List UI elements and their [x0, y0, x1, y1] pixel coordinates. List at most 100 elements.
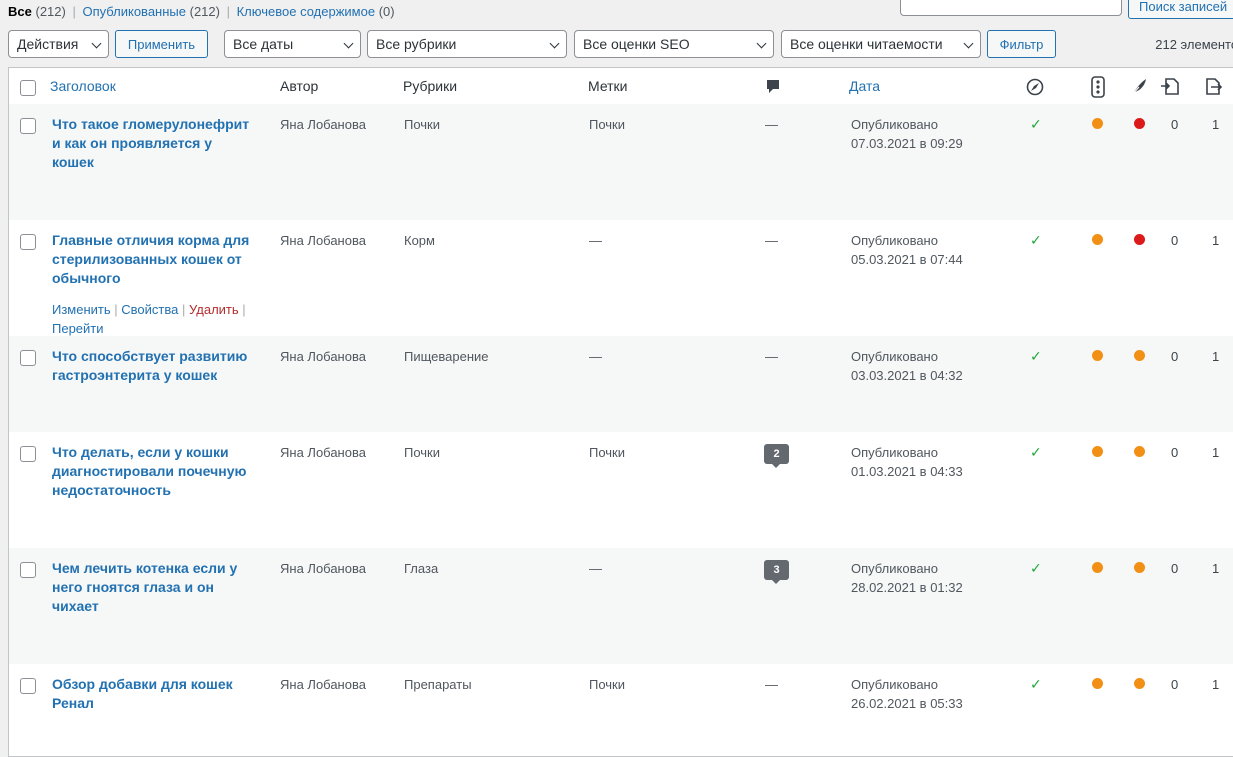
status-cornerstone-link[interactable]: Ключевое содержимое: [237, 4, 375, 19]
incoming-links-count: 0: [1171, 233, 1179, 248]
table-header: Заголовок Автор Рубрики Метки Дата: [9, 68, 1233, 105]
category-link[interactable]: Почки: [404, 115, 440, 134]
select-all-checkbox[interactable]: [20, 80, 36, 96]
comments-count-bubble[interactable]: 3: [764, 560, 789, 584]
author-link[interactable]: Яна Лобанова: [280, 443, 366, 462]
post-date: Опубликовано 07.03.2021 в 09:29: [851, 115, 963, 153]
row-actions: Изменить | Свойства | Удалить | Перейти: [52, 300, 262, 338]
category-link[interactable]: Препараты: [404, 675, 472, 694]
post-title-link[interactable]: Чем лечить котенка если у него гноятся гл…: [52, 559, 260, 616]
tags-empty: —: [589, 233, 602, 248]
post-title-line: него гноятся глаза и он: [52, 579, 214, 595]
author-link[interactable]: Яна Лобанова: [280, 231, 366, 250]
post-title-link[interactable]: Что делать, если у кошки диагностировали …: [52, 443, 260, 500]
row-checkbox[interactable]: [20, 118, 36, 134]
incoming-links-count: 0: [1171, 561, 1179, 576]
delete-link[interactable]: Удалить: [189, 302, 239, 317]
category-link[interactable]: Корм: [404, 231, 435, 250]
column-title-header[interactable]: Заголовок: [50, 78, 116, 94]
post-datetime: 05.03.2021 в 07:44: [851, 252, 963, 267]
items-count: 212 элементов: [1155, 37, 1233, 52]
keyphrase-score-dot: [1134, 350, 1145, 361]
readability-filter-select[interactable]: Все оценки читаемости: [781, 30, 981, 58]
tag-link[interactable]: Почки: [589, 443, 625, 462]
post-title-link[interactable]: Что такое гломерулонефрит и как он проявл…: [52, 115, 260, 172]
category-link[interactable]: Пищеварение: [404, 347, 489, 366]
row-checkbox[interactable]: [20, 350, 36, 366]
status-all-count: (212): [35, 4, 66, 19]
category-link[interactable]: Глаза: [404, 559, 438, 578]
comments-icon[interactable]: [765, 79, 781, 95]
outgoing-links-count: 1: [1212, 561, 1220, 576]
column-tags-header: Метки: [588, 78, 628, 94]
post-datetime: 07.03.2021 в 09:29: [851, 136, 963, 151]
author-link[interactable]: Яна Лобанова: [280, 675, 366, 694]
status-published-count: (212): [189, 4, 220, 19]
apply-button[interactable]: Применить: [115, 30, 208, 58]
row-checkbox[interactable]: [20, 446, 36, 462]
outgoing-links-count: 1: [1212, 233, 1220, 248]
category-link[interactable]: Почки: [404, 443, 440, 462]
tag-link[interactable]: Почки: [589, 675, 625, 694]
readability-score-dot: [1092, 446, 1103, 457]
row-checkbox[interactable]: [20, 562, 36, 578]
outgoing-links-icon[interactable]: [1203, 76, 1225, 96]
seo-ok-check-icon: ✓: [1030, 444, 1042, 460]
table-row: Что способствует развитию гастроэнтерита …: [9, 336, 1233, 432]
table-row: Что такое гломерулонефрит и как он проявл…: [9, 104, 1233, 220]
readability-score-dot: [1092, 234, 1103, 245]
post-status: Опубликовано: [851, 233, 938, 248]
post-date: Опубликовано 01.03.2021 в 04:33: [851, 443, 963, 481]
separator: |: [242, 302, 246, 317]
post-datetime: 26.02.2021 в 05:33: [851, 696, 963, 711]
readability-score-dot: [1092, 118, 1103, 129]
post-title-line: гастроэнтерита у кошек: [52, 367, 218, 383]
row-checkbox[interactable]: [20, 678, 36, 694]
filter-button[interactable]: Фильтр: [987, 30, 1056, 58]
bulk-actions-label: Действия: [17, 36, 79, 52]
seo-filter-select[interactable]: Все оценки SEO: [574, 30, 774, 58]
feather-icon[interactable]: [1130, 77, 1148, 97]
comments-count-bubble[interactable]: 2: [764, 444, 789, 468]
search-posts-button[interactable]: Поиск записей: [1128, 0, 1233, 19]
status-all-link[interactable]: Все: [8, 4, 32, 19]
search-posts-input[interactable]: [900, 0, 1122, 16]
separator: |: [182, 302, 186, 317]
post-date: Опубликовано 03.03.2021 в 04:32: [851, 347, 963, 385]
chevron-down-icon: [91, 38, 102, 49]
readability-filter-label: Все оценки читаемости: [790, 36, 943, 52]
edit-link[interactable]: Изменить: [52, 302, 111, 317]
date-filter-label: Все даты: [233, 36, 294, 52]
incoming-links-icon[interactable]: [1160, 76, 1182, 96]
row-checkbox[interactable]: [20, 234, 36, 250]
table-row: Главные отличия корма для стерилизованных…: [9, 220, 1233, 336]
category-filter-select[interactable]: Все рубрики: [367, 30, 567, 58]
author-link[interactable]: Яна Лобанова: [280, 559, 366, 578]
chevron-down-icon: [549, 38, 560, 49]
author-link[interactable]: Яна Лобанова: [280, 115, 366, 134]
post-status: Опубликовано: [851, 445, 938, 460]
separator: |: [226, 4, 230, 19]
quick-edit-link[interactable]: Свойства: [121, 302, 178, 317]
outgoing-links-count: 1: [1212, 117, 1220, 132]
tag-link[interactable]: Почки: [589, 115, 625, 134]
post-title-link[interactable]: Что способствует развитию гастроэнтерита …: [52, 347, 260, 385]
column-date-header[interactable]: Дата: [849, 78, 880, 94]
separator: |: [114, 302, 118, 317]
traffic-light-icon[interactable]: [1090, 76, 1106, 98]
post-title-line: обычного: [52, 270, 121, 286]
post-status: Опубликовано: [851, 349, 938, 364]
post-title-line: стерилизованных кошек от: [52, 251, 242, 267]
comments-empty: —: [765, 233, 778, 248]
keyphrase-score-dot: [1134, 234, 1145, 245]
view-link[interactable]: Перейти: [52, 321, 104, 336]
status-published-link[interactable]: Опубликованные: [82, 4, 186, 19]
author-link[interactable]: Яна Лобанова: [280, 347, 366, 366]
date-filter-select[interactable]: Все даты: [224, 30, 361, 58]
post-title-link[interactable]: Обзор добавки для кошек Ренал: [52, 675, 260, 713]
post-title-link[interactable]: Главные отличия корма для стерилизованных…: [52, 231, 260, 288]
post-title-line: Ренал: [52, 695, 94, 711]
seo-score-icon[interactable]: [1025, 77, 1045, 97]
table-row: Обзор добавки для кошек Ренал Яна Лобанова…: [9, 664, 1233, 756]
bulk-actions-select[interactable]: Действия: [8, 30, 109, 58]
